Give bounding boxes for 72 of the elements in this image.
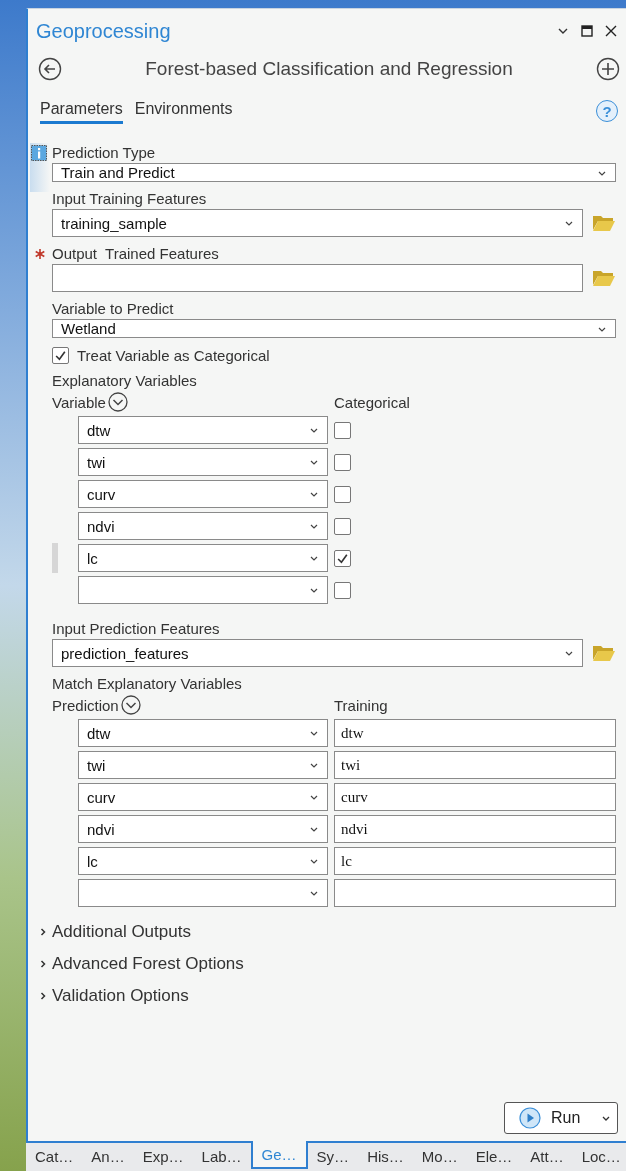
input-field[interactable]: dtw xyxy=(334,719,616,747)
pane-tab[interactable]: Ge… xyxy=(250,1141,308,1169)
column-header: Variable xyxy=(52,393,106,411)
dropdown-field[interactable]: prediction_features xyxy=(52,639,583,667)
checkbox[interactable] xyxy=(334,421,351,439)
dropdown-field[interactable]: training_sample xyxy=(52,209,583,237)
section-header[interactable]: Additional Outputs xyxy=(52,922,191,942)
chevron-right-icon[interactable] xyxy=(38,927,48,937)
parameter-label: Input Training Features xyxy=(52,189,208,209)
dropdown-field[interactable]: ndvi xyxy=(78,815,328,843)
pane-title: Geoprocessing xyxy=(36,19,171,43)
checkbox-label: Treat Variable as Categorical xyxy=(77,346,270,364)
checkbox[interactable] xyxy=(52,346,69,364)
pane-tab[interactable]: Cat… xyxy=(26,1143,83,1169)
input-field[interactable] xyxy=(334,879,616,907)
pane-tab[interactable]: Sy… xyxy=(307,1143,359,1169)
pane-tab[interactable]: Lab… xyxy=(192,1143,251,1169)
pane-tab[interactable]: His… xyxy=(358,1143,413,1169)
parameter-label: Match Explanatory Variables xyxy=(52,674,243,694)
input-field[interactable]: twi xyxy=(334,751,616,779)
dropdown-field[interactable]: dtw xyxy=(78,719,328,747)
play-icon xyxy=(519,1107,541,1129)
checkbox[interactable] xyxy=(334,453,351,471)
parameter-label: Input Prediction Features xyxy=(52,619,221,639)
close-icon[interactable] xyxy=(604,24,618,38)
checkbox[interactable] xyxy=(334,517,351,535)
parameter-label: Prediction Type xyxy=(52,143,157,163)
dropdown-field[interactable] xyxy=(78,879,328,907)
pane-tab[interactable]: Exp… xyxy=(133,1143,193,1169)
parameter-label: Variable to Predict xyxy=(52,299,175,319)
parameter-label: Output Trained Features xyxy=(52,244,220,264)
dropdown-field[interactable] xyxy=(78,576,328,604)
input-field[interactable] xyxy=(52,264,583,292)
run-button[interactable]: Run xyxy=(504,1102,618,1134)
tab[interactable]: Environments xyxy=(134,100,233,124)
chevron-down-icon[interactable] xyxy=(120,695,141,715)
parameter-label: Explanatory Variables xyxy=(52,371,198,391)
checkbox[interactable] xyxy=(334,581,351,599)
info-icon[interactable] xyxy=(31,145,47,161)
pane-tab[interactable]: An… xyxy=(82,1143,134,1169)
tool-title: Forest-based Classification and Regression xyxy=(144,58,514,80)
dropdown-field[interactable]: Train and Predict xyxy=(52,163,616,182)
input-field[interactable]: ndvi xyxy=(334,815,616,843)
chevron-right-icon[interactable] xyxy=(38,959,48,969)
pane-tab[interactable]: Att… xyxy=(521,1143,573,1169)
checkbox[interactable] xyxy=(334,485,351,503)
dropdown-field[interactable]: ndvi xyxy=(78,512,328,540)
section-header[interactable]: Validation Options xyxy=(52,986,189,1006)
section-header[interactable]: Advanced Forest Options xyxy=(52,954,244,974)
checkbox[interactable] xyxy=(334,549,351,567)
column-header: Training xyxy=(334,696,388,714)
column-header: Prediction xyxy=(52,696,119,714)
back-icon[interactable] xyxy=(38,57,62,81)
input-field[interactable]: lc xyxy=(334,847,616,875)
dropdown-field[interactable]: curv xyxy=(78,480,328,508)
chevron-down-icon[interactable] xyxy=(107,392,128,412)
dropdown-field[interactable]: Wetland xyxy=(52,319,616,338)
tab[interactable]: Parameters xyxy=(40,100,123,124)
input-field[interactable]: curv xyxy=(334,783,616,811)
dropdown-field[interactable]: lc xyxy=(78,544,328,572)
maximize-icon[interactable] xyxy=(580,24,594,38)
add-icon[interactable] xyxy=(596,57,620,81)
column-header: Categorical xyxy=(334,393,410,411)
pane-tab[interactable]: Ele… xyxy=(466,1143,522,1169)
pane-tab[interactable]: Loc… xyxy=(572,1143,626,1169)
dropdown-field[interactable]: dtw xyxy=(78,416,328,444)
dropdown-field[interactable]: lc xyxy=(78,847,328,875)
dropdown-field[interactable]: twi xyxy=(78,751,328,779)
dropdown-field[interactable]: twi xyxy=(78,448,328,476)
pane-tab[interactable]: Mo… xyxy=(412,1143,467,1169)
chevron-right-icon[interactable] xyxy=(38,991,48,1001)
dropdown-field[interactable]: curv xyxy=(78,783,328,811)
